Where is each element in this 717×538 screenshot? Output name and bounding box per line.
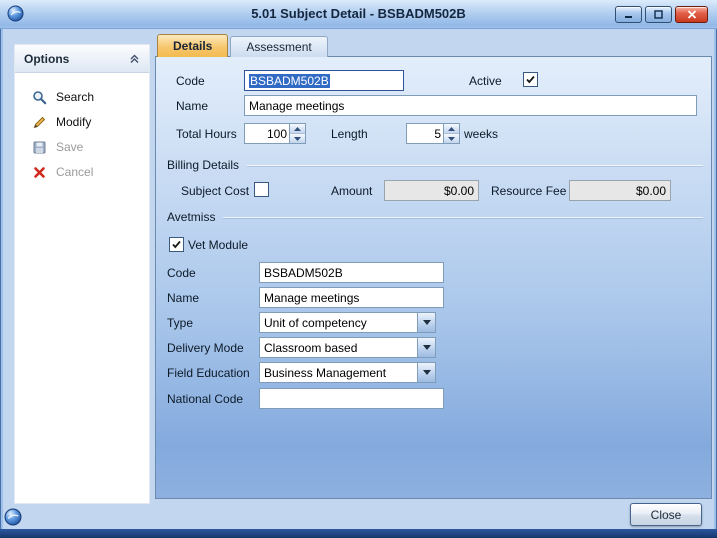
field-education-value: Business Management <box>260 363 417 382</box>
avetmiss-group-header: Avetmiss <box>167 210 703 224</box>
spin-up-button[interactable] <box>290 124 305 133</box>
total-hours-stepper[interactable]: 100 <box>244 123 306 144</box>
avetmiss-code-input[interactable]: BSBADM502B <box>259 262 444 283</box>
options-header[interactable]: Options <box>15 45 149 73</box>
group-divider <box>223 217 703 218</box>
amount-label: Amount <box>331 184 372 198</box>
delivery-mode-value: Classroom based <box>260 338 417 357</box>
billing-details-group-header: Billing Details <box>167 158 703 172</box>
avetmiss-code-value: BSBADM502B <box>264 266 343 280</box>
avetmiss-label: Avetmiss <box>167 210 215 224</box>
subject-cost-checkbox[interactable] <box>254 182 269 197</box>
group-divider <box>247 165 703 166</box>
close-button[interactable]: Close <box>630 503 702 526</box>
maximize-button[interactable] <box>645 6 672 23</box>
spin-down-button[interactable] <box>444 133 459 143</box>
window-bottom-edge <box>0 529 717 538</box>
sidebar-item-label: Save <box>56 140 83 154</box>
sidebar-item-modify[interactable]: Modify <box>15 111 149 133</box>
total-hours-label: Total Hours <box>176 127 237 141</box>
subject-cost-label: Subject Cost <box>181 184 249 198</box>
cancel-x-icon <box>31 164 47 180</box>
delivery-mode-label: Delivery Mode <box>167 341 244 355</box>
pencil-icon <box>31 114 47 130</box>
name-input[interactable]: Manage meetings <box>244 95 697 116</box>
options-items: Search Modify <box>15 73 149 183</box>
type-label: Type <box>167 316 193 330</box>
field-education-dropdown[interactable]: Business Management <box>259 362 436 383</box>
sidebar-item-save[interactable]: Save <box>15 136 149 158</box>
billing-details-label: Billing Details <box>167 158 239 172</box>
tab-strip: Details Assessment <box>157 35 328 57</box>
collapse-chevron-icon[interactable] <box>129 54 140 64</box>
tab-details[interactable]: Details <box>157 34 228 57</box>
tab-label: Details <box>173 39 212 53</box>
close-window-button[interactable] <box>675 6 708 23</box>
code-label: Code <box>176 74 205 88</box>
total-hours-spin-buttons <box>289 124 305 143</box>
length-stepper[interactable]: 5 <box>406 123 460 144</box>
name-label: Name <box>176 99 208 113</box>
window-controls <box>615 6 708 23</box>
active-checkbox[interactable] <box>523 72 538 87</box>
total-hours-value: 100 <box>245 124 289 143</box>
search-icon <box>31 89 47 105</box>
app-icon-bottom <box>4 508 22 526</box>
sidebar-item-label: Cancel <box>56 165 93 179</box>
details-tab-panel: Code BSBADM502B Active Name Manage meeti… <box>155 56 712 499</box>
window-title: 5.01 Subject Detail - BSBADM502B <box>0 6 717 21</box>
avetmiss-name-input[interactable]: Manage meetings <box>259 287 444 308</box>
avetmiss-name-value: Manage meetings <box>264 291 359 305</box>
tab-assessment[interactable]: Assessment <box>230 36 327 57</box>
tab-label: Assessment <box>246 40 311 54</box>
spin-down-button[interactable] <box>290 133 305 143</box>
type-value: Unit of competency <box>260 313 417 332</box>
sidebar-item-label: Search <box>56 90 94 104</box>
spin-up-button[interactable] <box>444 124 459 133</box>
resource-fee-label: Resource Fee <box>491 184 566 198</box>
amount-value: $0.00 <box>444 184 474 198</box>
length-label: Length <box>331 127 368 141</box>
length-value: 5 <box>407 124 443 143</box>
options-sidebar: Options Search <box>14 44 150 504</box>
national-code-input[interactable] <box>259 388 444 409</box>
length-spin-buttons <box>443 124 459 143</box>
vet-module-checkbox[interactable] <box>169 237 184 252</box>
subject-detail-window: 5.01 Subject Detail - BSBADM502B Options <box>0 0 717 538</box>
minimize-button[interactable] <box>615 6 642 23</box>
sidebar-item-label: Modify <box>56 115 91 129</box>
vet-module-label: Vet Module <box>188 238 248 252</box>
resource-fee-input: $0.00 <box>569 180 671 201</box>
save-icon <box>31 139 47 155</box>
code-value-selected-text: BSBADM502B <box>249 74 330 88</box>
chevron-down-icon[interactable] <box>417 363 435 382</box>
national-code-label: National Code <box>167 392 243 406</box>
sidebar-item-search[interactable]: Search <box>15 86 149 108</box>
length-units-label: weeks <box>464 127 498 141</box>
code-input[interactable]: BSBADM502B <box>244 70 404 91</box>
delivery-mode-dropdown[interactable]: Classroom based <box>259 337 436 358</box>
sidebar-item-cancel[interactable]: Cancel <box>15 161 149 183</box>
field-education-label: Field Education <box>167 366 250 380</box>
amount-input: $0.00 <box>384 180 479 201</box>
avetmiss-code-label: Code <box>167 266 196 280</box>
titlebar[interactable]: 5.01 Subject Detail - BSBADM502B <box>0 0 717 29</box>
type-dropdown[interactable]: Unit of competency <box>259 312 436 333</box>
resource-fee-value: $0.00 <box>636 184 666 198</box>
avetmiss-name-label: Name <box>167 291 199 305</box>
options-header-label: Options <box>24 52 69 66</box>
chevron-down-icon[interactable] <box>417 338 435 357</box>
active-label: Active <box>469 74 502 88</box>
name-value: Manage meetings <box>249 99 344 113</box>
chevron-down-icon[interactable] <box>417 313 435 332</box>
